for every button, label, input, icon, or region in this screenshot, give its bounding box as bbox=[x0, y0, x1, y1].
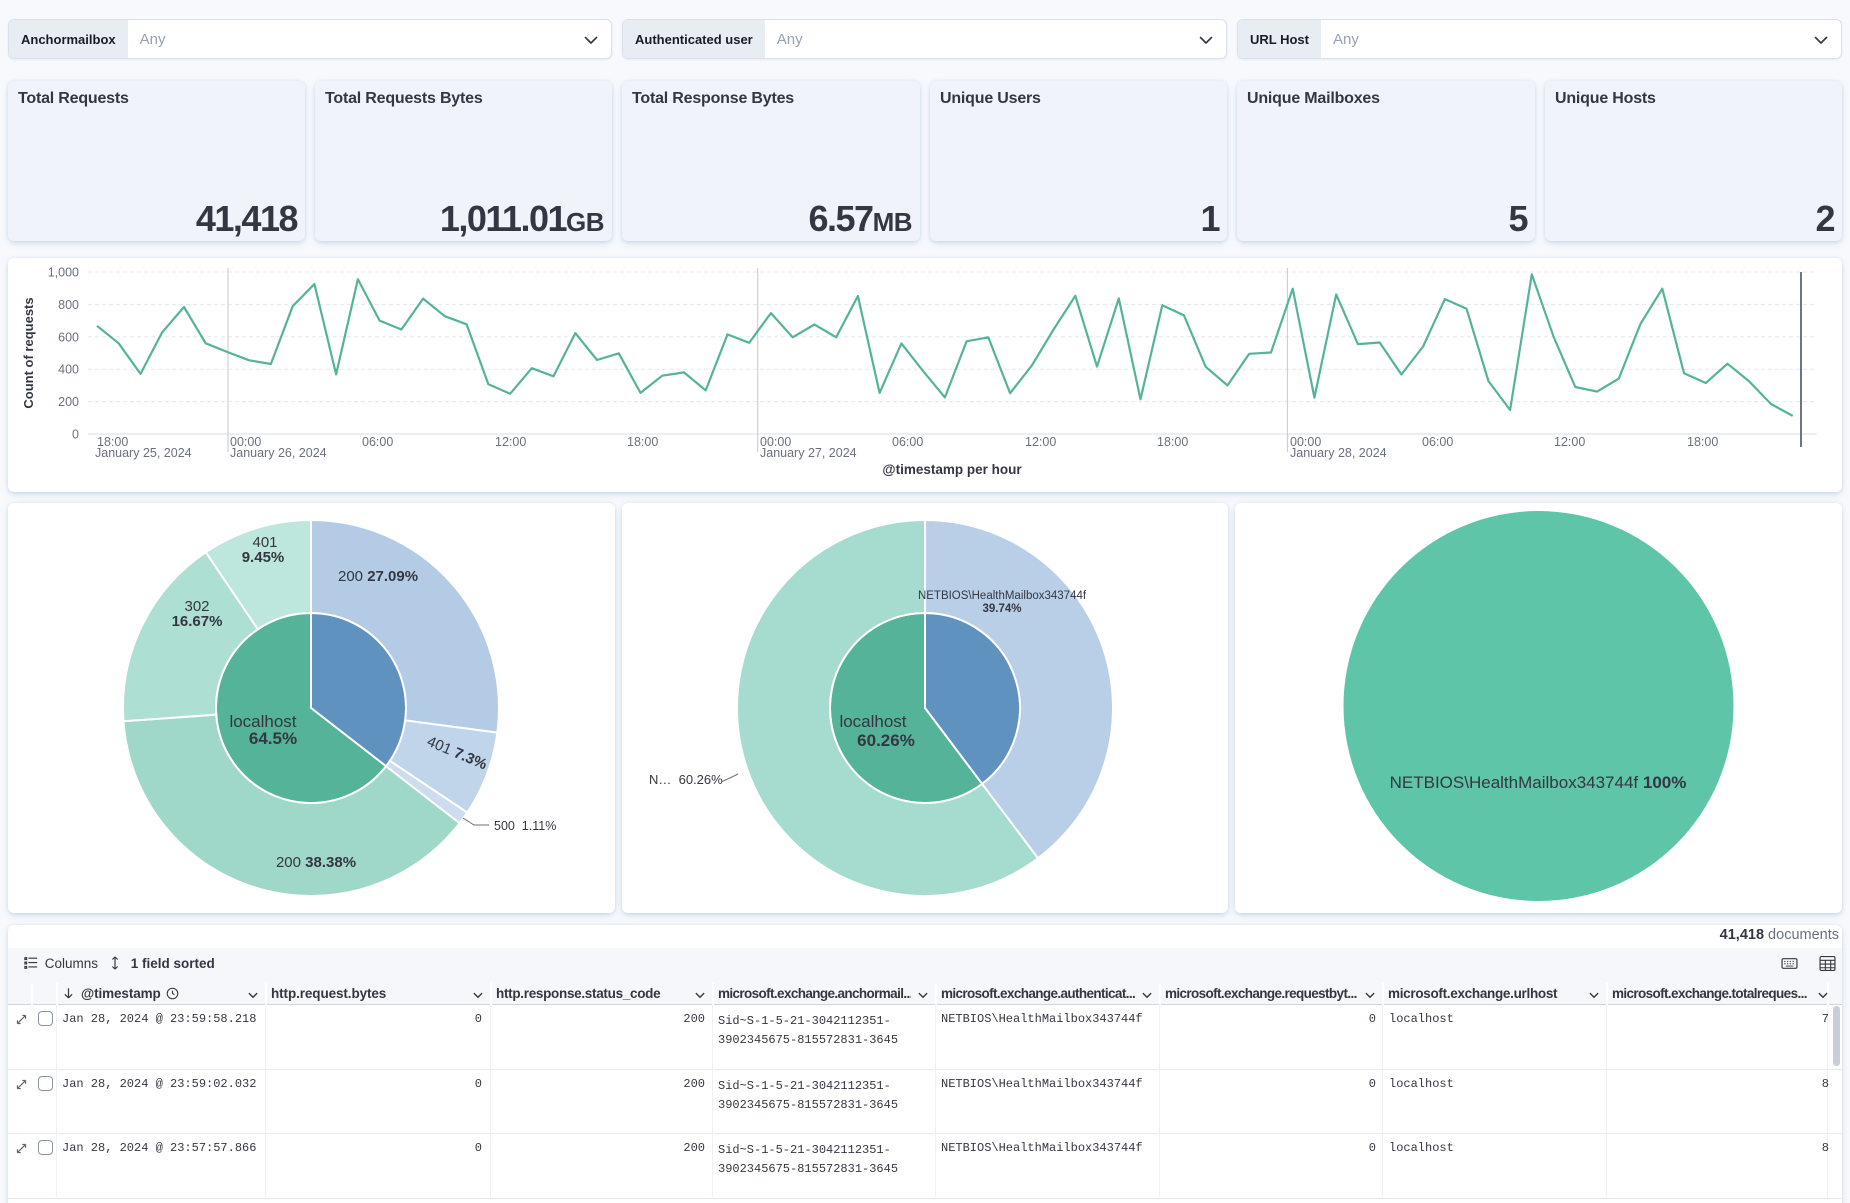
svg-text:January 27, 2024: January 27, 2024 bbox=[760, 446, 857, 460]
svg-text:12:00: 12:00 bbox=[495, 435, 526, 449]
svg-text:18:00: 18:00 bbox=[1687, 435, 1718, 449]
svg-text:60.26%: 60.26% bbox=[857, 731, 915, 750]
svg-text:9.45%: 9.45% bbox=[242, 549, 285, 566]
svg-text:Count of requests: Count of requests bbox=[21, 297, 36, 408]
svg-text:16.67%: 16.67% bbox=[172, 613, 223, 630]
svg-text:200 38.38%: 200 38.38% bbox=[276, 854, 356, 871]
svg-text:January 28, 2024: January 28, 2024 bbox=[1290, 446, 1387, 460]
svg-text:@timestamp per hour: @timestamp per hour bbox=[882, 462, 1022, 477]
svg-text:200 27.09%: 200 27.09% bbox=[338, 568, 418, 585]
svg-text:1,000: 1,000 bbox=[48, 266, 79, 280]
svg-text:NETBIOS\HealthMailbox343744f 1: NETBIOS\HealthMailbox343744f 100% bbox=[1390, 773, 1687, 792]
svg-text:January 25, 2024: January 25, 2024 bbox=[95, 446, 192, 460]
svg-text:64.5%: 64.5% bbox=[249, 729, 297, 748]
svg-text:500 1.11%: 500 1.11% bbox=[494, 819, 556, 833]
svg-text:localhost: localhost bbox=[839, 712, 906, 731]
svg-text:600: 600 bbox=[58, 330, 79, 344]
svg-text:06:00: 06:00 bbox=[1422, 435, 1453, 449]
svg-text:January 26, 2024: January 26, 2024 bbox=[230, 446, 327, 460]
svg-text:NETBIOS\HealthMailbox343744f: NETBIOS\HealthMailbox343744f bbox=[918, 590, 1087, 602]
svg-text:200: 200 bbox=[58, 395, 79, 409]
svg-text:18:00: 18:00 bbox=[1157, 435, 1188, 449]
svg-text:39.74%: 39.74% bbox=[982, 603, 1021, 615]
svg-text:06:00: 06:00 bbox=[362, 435, 393, 449]
svg-text:400: 400 bbox=[58, 363, 79, 377]
svg-text:12:00: 12:00 bbox=[1554, 435, 1585, 449]
svg-text:18:00: 18:00 bbox=[627, 435, 658, 449]
svg-text:12:00: 12:00 bbox=[1025, 435, 1056, 449]
svg-text:06:00: 06:00 bbox=[892, 435, 923, 449]
svg-text:800: 800 bbox=[58, 298, 79, 312]
svg-text:N… 60.26%: N… 60.26% bbox=[649, 772, 723, 787]
svg-text:0: 0 bbox=[72, 428, 79, 442]
